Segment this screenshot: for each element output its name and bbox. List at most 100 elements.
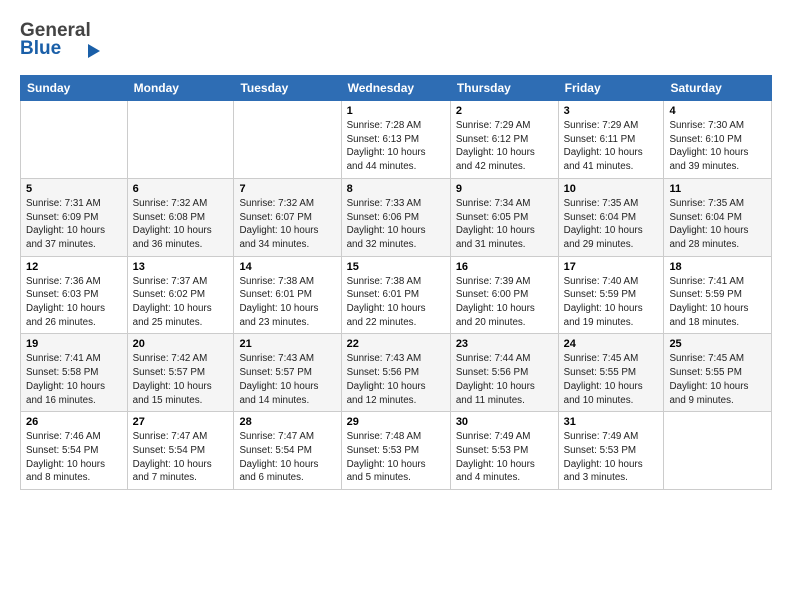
weekday-header-wednesday: Wednesday xyxy=(341,76,450,101)
day-number: 23 xyxy=(456,338,553,350)
svg-text:Blue: Blue xyxy=(20,38,61,59)
calendar-cell: 7 Sunrise: 7:32 AM Sunset: 6:07 PM Daylig… xyxy=(234,178,341,256)
calendar-cell: 1 Sunrise: 7:28 AM Sunset: 6:13 PM Daylig… xyxy=(341,101,450,179)
logo-text: General Blue xyxy=(20,16,110,65)
day-number: 16 xyxy=(456,261,553,273)
day-info: Sunrise: 7:46 AM Sunset: 5:54 PM Dayligh… xyxy=(26,430,122,485)
calendar-table: SundayMondayTuesdayWednesdayThursdayFrid… xyxy=(20,75,772,490)
logo: General Blue xyxy=(20,16,110,65)
weekday-header-sunday: Sunday xyxy=(21,76,128,101)
day-info: Sunrise: 7:49 AM Sunset: 5:53 PM Dayligh… xyxy=(564,430,659,485)
calendar-cell xyxy=(664,412,772,490)
day-number: 28 xyxy=(239,416,335,428)
calendar-cell: 30 Sunrise: 7:49 AM Sunset: 5:53 PM Dayli… xyxy=(450,412,558,490)
day-info: Sunrise: 7:32 AM Sunset: 6:08 PM Dayligh… xyxy=(133,197,229,252)
day-number: 2 xyxy=(456,105,553,117)
calendar-cell: 19 Sunrise: 7:41 AM Sunset: 5:58 PM Dayli… xyxy=(21,334,128,412)
calendar-cell: 27Sunrise: 7:47 AM Sunset: 5:54 PM Dayli… xyxy=(127,412,234,490)
day-info: Sunrise: 7:42 AM Sunset: 5:57 PM Dayligh… xyxy=(133,352,229,407)
page: General Blue SundayMondayTuesdayWednesda… xyxy=(0,0,792,502)
day-info: Sunrise: 7:40 AM Sunset: 5:59 PM Dayligh… xyxy=(564,275,659,330)
day-info: Sunrise: 7:45 AM Sunset: 5:55 PM Dayligh… xyxy=(669,352,766,407)
day-info: Sunrise: 7:47 AM Sunset: 5:54 PM Dayligh… xyxy=(239,430,335,485)
calendar-cell: 8Sunrise: 7:33 AM Sunset: 6:06 PM Daylig… xyxy=(341,178,450,256)
day-number: 21 xyxy=(239,338,335,350)
day-info: Sunrise: 7:39 AM Sunset: 6:00 PM Dayligh… xyxy=(456,275,553,330)
day-info: Sunrise: 7:29 AM Sunset: 6:12 PM Dayligh… xyxy=(456,119,553,174)
weekday-header-saturday: Saturday xyxy=(664,76,772,101)
day-info: Sunrise: 7:35 AM Sunset: 6:04 PM Dayligh… xyxy=(669,197,766,252)
calendar-cell: 6 Sunrise: 7:32 AM Sunset: 6:08 PM Daylig… xyxy=(127,178,234,256)
day-info: Sunrise: 7:34 AM Sunset: 6:05 PM Dayligh… xyxy=(456,197,553,252)
day-number: 30 xyxy=(456,416,553,428)
day-info: Sunrise: 7:36 AM Sunset: 6:03 PM Dayligh… xyxy=(26,275,122,330)
calendar-cell: 22Sunrise: 7:43 AM Sunset: 5:56 PM Dayli… xyxy=(341,334,450,412)
day-number: 1 xyxy=(347,105,445,117)
calendar-cell: 9 Sunrise: 7:34 AM Sunset: 6:05 PM Daylig… xyxy=(450,178,558,256)
day-number: 24 xyxy=(564,338,659,350)
calendar-week-row: 19 Sunrise: 7:41 AM Sunset: 5:58 PM Dayli… xyxy=(21,334,772,412)
calendar-cell: 16 Sunrise: 7:39 AM Sunset: 6:00 PM Dayli… xyxy=(450,256,558,334)
day-number: 29 xyxy=(347,416,445,428)
day-info: Sunrise: 7:30 AM Sunset: 6:10 PM Dayligh… xyxy=(669,119,766,174)
calendar-cell: 25 Sunrise: 7:45 AM Sunset: 5:55 PM Dayli… xyxy=(664,334,772,412)
calendar-week-row: 5Sunrise: 7:31 AM Sunset: 6:09 PM Daylig… xyxy=(21,178,772,256)
weekday-header-friday: Friday xyxy=(558,76,664,101)
day-number: 19 xyxy=(26,338,122,350)
calendar-cell: 21Sunrise: 7:43 AM Sunset: 5:57 PM Dayli… xyxy=(234,334,341,412)
day-number: 3 xyxy=(564,105,659,117)
calendar-cell: 23 Sunrise: 7:44 AM Sunset: 5:56 PM Dayli… xyxy=(450,334,558,412)
calendar-cell: 12 Sunrise: 7:36 AM Sunset: 6:03 PM Dayli… xyxy=(21,256,128,334)
day-number: 18 xyxy=(669,261,766,273)
weekday-header-tuesday: Tuesday xyxy=(234,76,341,101)
day-info: Sunrise: 7:35 AM Sunset: 6:04 PM Dayligh… xyxy=(564,197,659,252)
calendar-cell: 24 Sunrise: 7:45 AM Sunset: 5:55 PM Dayli… xyxy=(558,334,664,412)
calendar-cell: 5Sunrise: 7:31 AM Sunset: 6:09 PM Daylig… xyxy=(21,178,128,256)
day-info: Sunrise: 7:43 AM Sunset: 5:56 PM Dayligh… xyxy=(347,352,445,407)
day-number: 4 xyxy=(669,105,766,117)
day-info: Sunrise: 7:32 AM Sunset: 6:07 PM Dayligh… xyxy=(239,197,335,252)
calendar-cell: 20 Sunrise: 7:42 AM Sunset: 5:57 PM Dayli… xyxy=(127,334,234,412)
calendar-cell xyxy=(21,101,128,179)
calendar-cell: 3 Sunrise: 7:29 AM Sunset: 6:11 PM Daylig… xyxy=(558,101,664,179)
calendar-cell: 29 Sunrise: 7:48 AM Sunset: 5:53 PM Dayli… xyxy=(341,412,450,490)
day-info: Sunrise: 7:45 AM Sunset: 5:55 PM Dayligh… xyxy=(564,352,659,407)
calendar-week-row: 12 Sunrise: 7:36 AM Sunset: 6:03 PM Dayli… xyxy=(21,256,772,334)
day-info: Sunrise: 7:41 AM Sunset: 5:58 PM Dayligh… xyxy=(26,352,122,407)
day-info: Sunrise: 7:41 AM Sunset: 5:59 PM Dayligh… xyxy=(669,275,766,330)
day-number: 20 xyxy=(133,338,229,350)
day-number: 25 xyxy=(669,338,766,350)
header: General Blue xyxy=(20,16,772,65)
day-number: 26 xyxy=(26,416,122,428)
calendar-cell: 13 Sunrise: 7:37 AM Sunset: 6:02 PM Dayli… xyxy=(127,256,234,334)
day-info: Sunrise: 7:31 AM Sunset: 6:09 PM Dayligh… xyxy=(26,197,122,252)
day-info: Sunrise: 7:28 AM Sunset: 6:13 PM Dayligh… xyxy=(347,119,445,174)
day-number: 31 xyxy=(564,416,659,428)
calendar-cell: 26 Sunrise: 7:46 AM Sunset: 5:54 PM Dayli… xyxy=(21,412,128,490)
day-info: Sunrise: 7:49 AM Sunset: 5:53 PM Dayligh… xyxy=(456,430,553,485)
weekday-header-monday: Monday xyxy=(127,76,234,101)
calendar-cell: 31 Sunrise: 7:49 AM Sunset: 5:53 PM Dayli… xyxy=(558,412,664,490)
day-info: Sunrise: 7:29 AM Sunset: 6:11 PM Dayligh… xyxy=(564,119,659,174)
day-number: 14 xyxy=(239,261,335,273)
calendar-cell: 18 Sunrise: 7:41 AM Sunset: 5:59 PM Dayli… xyxy=(664,256,772,334)
day-number: 9 xyxy=(456,183,553,195)
calendar-week-row: 1 Sunrise: 7:28 AM Sunset: 6:13 PM Daylig… xyxy=(21,101,772,179)
calendar-cell: 2 Sunrise: 7:29 AM Sunset: 6:12 PM Daylig… xyxy=(450,101,558,179)
day-info: Sunrise: 7:44 AM Sunset: 5:56 PM Dayligh… xyxy=(456,352,553,407)
day-info: Sunrise: 7:37 AM Sunset: 6:02 PM Dayligh… xyxy=(133,275,229,330)
weekday-header-thursday: Thursday xyxy=(450,76,558,101)
day-number: 6 xyxy=(133,183,229,195)
day-number: 8 xyxy=(347,183,445,195)
day-number: 15 xyxy=(347,261,445,273)
weekday-header-row: SundayMondayTuesdayWednesdayThursdayFrid… xyxy=(21,76,772,101)
calendar-week-row: 26 Sunrise: 7:46 AM Sunset: 5:54 PM Dayli… xyxy=(21,412,772,490)
day-info: Sunrise: 7:38 AM Sunset: 6:01 PM Dayligh… xyxy=(239,275,335,330)
day-info: Sunrise: 7:48 AM Sunset: 5:53 PM Dayligh… xyxy=(347,430,445,485)
day-number: 27 xyxy=(133,416,229,428)
day-number: 12 xyxy=(26,261,122,273)
day-number: 7 xyxy=(239,183,335,195)
calendar-cell: 11Sunrise: 7:35 AM Sunset: 6:04 PM Dayli… xyxy=(664,178,772,256)
day-number: 13 xyxy=(133,261,229,273)
calendar-cell: 17Sunrise: 7:40 AM Sunset: 5:59 PM Dayli… xyxy=(558,256,664,334)
